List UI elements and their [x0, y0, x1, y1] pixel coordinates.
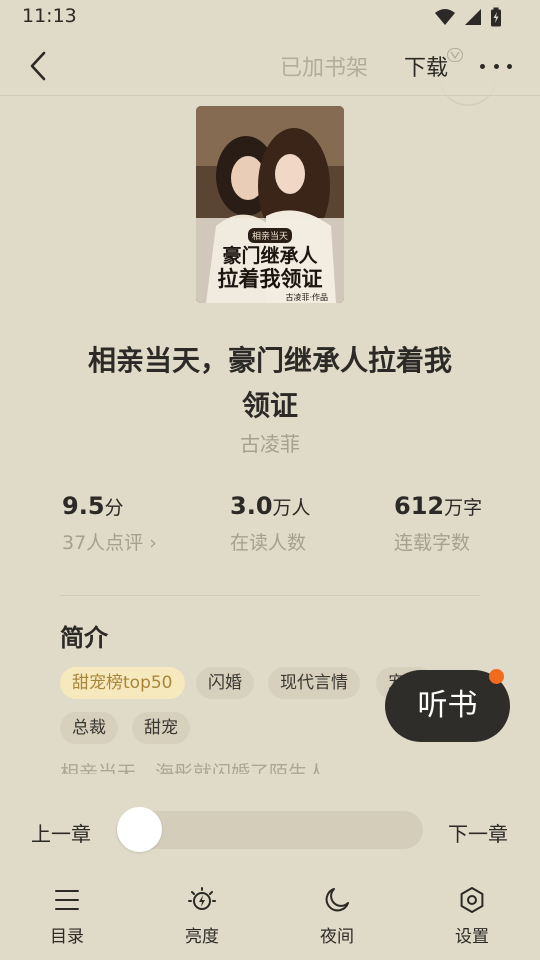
- intro-heading: 简介: [60, 624, 108, 652]
- night-mode-button[interactable]: 夜间: [297, 886, 377, 947]
- tag[interactable]: 现代言情: [268, 667, 360, 699]
- stat-readers: 3.0万人 在读人数: [230, 492, 311, 555]
- cover-author-credit: 古凌菲·作品: [285, 293, 328, 302]
- cover-title-line1: 豪门继承人: [222, 245, 318, 267]
- back-button[interactable]: [22, 50, 54, 82]
- cover-badge: 相亲当天: [247, 228, 292, 243]
- readers-unit: 万人: [272, 497, 311, 519]
- notification-dot: [489, 669, 504, 684]
- toc-label: 目录: [50, 927, 84, 947]
- status-time: 11:13: [22, 5, 77, 27]
- status-icons: [434, 7, 502, 27]
- intro-text-preview: 相亲当天，海彤就闪婚了陌生人……: [60, 762, 365, 774]
- review-count-link[interactable]: 37人点评 ›: [62, 528, 157, 555]
- words-value: 612: [394, 492, 445, 520]
- rating-value: 9.5: [62, 492, 105, 520]
- status-bar: 11:13: [0, 0, 540, 34]
- chevron-right-icon: ›: [149, 532, 157, 554]
- tag[interactable]: 闪婚: [196, 667, 254, 699]
- review-count-label: 37人点评: [62, 532, 144, 554]
- settings-label: 设置: [455, 927, 489, 947]
- toc-button[interactable]: 目录: [27, 886, 107, 947]
- decorative-ring: [440, 62, 496, 106]
- moon-icon: [325, 888, 349, 912]
- settings-icon: [460, 887, 484, 913]
- more-dot: [507, 63, 512, 69]
- book-author[interactable]: 古凌菲: [0, 428, 540, 457]
- cover-title-line2: 拉着我领证: [217, 266, 323, 291]
- tag-ranking[interactable]: 甜宠榜top50: [60, 667, 185, 699]
- settings-button[interactable]: 设置: [432, 886, 512, 947]
- cover-text: 相亲当天 豪门继承人 拉着我领证 古凌菲·作品: [196, 224, 344, 303]
- vip-icon: [447, 48, 464, 62]
- signal-icon: [465, 9, 481, 25]
- readers-value: 3.0: [230, 492, 273, 520]
- chapter-progress-slider[interactable]: [116, 811, 423, 849]
- stat-rating: 9.5分 37人点评 ›: [62, 492, 157, 555]
- next-chapter-button[interactable]: 下一章: [448, 818, 508, 847]
- reader-screen: 11:13 已加书架 下载 相亲当天 豪门继承人 拉着我领证 古凌菲·作品 相亲…: [0, 0, 540, 960]
- book-cover[interactable]: 相亲当天 豪门继承人 拉着我领证 古凌菲·作品: [196, 106, 344, 303]
- tag[interactable]: 总裁: [60, 712, 118, 744]
- night-mode-label: 夜间: [320, 927, 354, 947]
- bottom-toolbar: 目录 亮度 夜间 设置: [0, 876, 540, 960]
- stat-words: 612万字 连载字数: [394, 492, 482, 555]
- chevron-left-icon: [30, 51, 46, 81]
- readers-label: 在读人数: [230, 532, 307, 554]
- divider: [60, 595, 480, 596]
- prev-chapter-button[interactable]: 上一章: [31, 818, 91, 847]
- tag[interactable]: 甜宠: [132, 712, 190, 744]
- brightness-button[interactable]: 亮度: [162, 886, 242, 947]
- rating-unit: 分: [104, 497, 124, 519]
- list-icon: [55, 890, 79, 910]
- chapter-navigation: 上一章 下一章: [0, 790, 540, 870]
- wifi-icon: [435, 9, 455, 25]
- slider-thumb[interactable]: [117, 807, 162, 852]
- battery-charging-icon: [491, 7, 501, 27]
- brightness-label: 亮度: [185, 927, 219, 947]
- words-unit: 万字: [444, 497, 483, 519]
- book-title: 相亲当天，豪门继承人拉着我领证: [87, 344, 452, 422]
- words-label: 连载字数: [394, 532, 471, 554]
- brightness-icon: [188, 887, 216, 910]
- added-to-shelf-label: 已加书架: [280, 56, 369, 81]
